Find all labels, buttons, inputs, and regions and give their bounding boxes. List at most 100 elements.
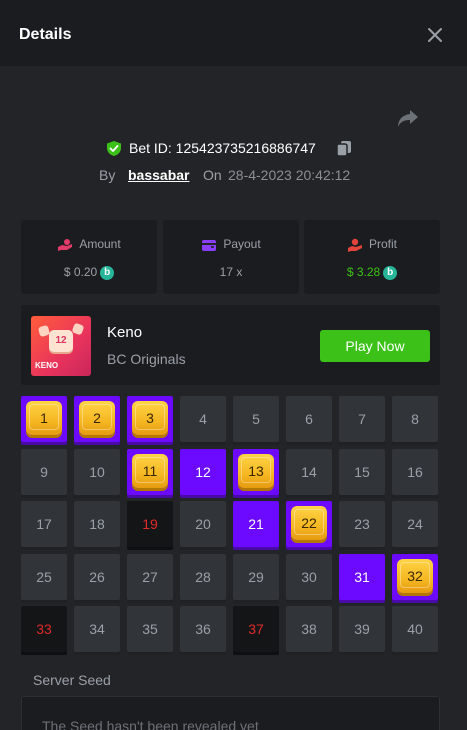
gem-icon: 1 xyxy=(26,401,62,435)
shield-check-icon xyxy=(107,141,121,156)
share-icon[interactable] xyxy=(396,107,420,129)
thumb-ball-small xyxy=(71,322,85,336)
keno-tile: 17 xyxy=(21,501,67,547)
tile-number: 20 xyxy=(195,516,211,532)
tile-number: 27 xyxy=(142,569,158,585)
payout-value: 17 x xyxy=(219,265,243,279)
tile-number: 12 xyxy=(195,464,211,480)
keno-tile: 32 xyxy=(392,554,438,600)
keno-tile: 23 xyxy=(339,501,385,547)
play-now-button[interactable]: Play Now xyxy=(320,330,430,362)
tile-number: 33 xyxy=(36,621,52,637)
gem-icon: 32 xyxy=(397,559,433,593)
thumb-text: KENO xyxy=(35,361,59,370)
keno-tile: 9 xyxy=(21,449,67,495)
tile-number: 26 xyxy=(89,569,105,585)
tile-number: 31 xyxy=(354,569,370,585)
tile-number: 34 xyxy=(89,621,105,637)
game-card: 12 KENO Keno BC Originals Play Now xyxy=(21,305,440,385)
gem-icon: 13 xyxy=(238,454,274,488)
keno-tile: 34 xyxy=(74,606,120,652)
tile-number: 24 xyxy=(407,516,423,532)
tile-number: 29 xyxy=(248,569,264,585)
tile-number: 7 xyxy=(358,411,366,427)
keno-tile: 26 xyxy=(74,554,120,600)
keno-tile: 12 xyxy=(180,449,226,495)
keno-tile: 33 xyxy=(21,606,67,652)
keno-tile: 10 xyxy=(74,449,120,495)
by-label: By xyxy=(99,167,116,183)
tile-number: 15 xyxy=(354,464,370,480)
keno-tile: 8 xyxy=(392,396,438,442)
keno-tile: 2 xyxy=(74,396,120,442)
keno-tile: 6 xyxy=(286,396,332,442)
tile-number: 36 xyxy=(195,621,211,637)
keno-tile: 15 xyxy=(339,449,385,495)
keno-tile: 30 xyxy=(286,554,332,600)
tile-number: 21 xyxy=(248,516,264,532)
gem-icon: 3 xyxy=(132,401,168,435)
tile-number: 38 xyxy=(301,621,317,637)
server-seed-box: The Seed hasn't been revealed yet xyxy=(21,696,440,730)
tile-number: 30 xyxy=(301,569,317,585)
tile-number: 6 xyxy=(305,411,313,427)
tile-number: 5 xyxy=(252,411,260,427)
keno-tile: 20 xyxy=(180,501,226,547)
tile-number: 8 xyxy=(411,411,419,427)
stat-profit: Profit $ 3.28 b xyxy=(304,220,440,294)
tile-number: 4 xyxy=(199,411,207,427)
bet-id: Bet ID: 125423735216886747 xyxy=(129,140,316,156)
tile-number: 10 xyxy=(89,464,105,480)
keno-tile: 18 xyxy=(74,501,120,547)
keno-tile: 29 xyxy=(233,554,279,600)
server-seed-label: Server Seed xyxy=(33,672,111,688)
tile-number: 19 xyxy=(142,516,158,532)
keno-tile: 22 xyxy=(286,501,332,547)
keno-tile: 13 xyxy=(233,449,279,495)
gem-icon: 2 xyxy=(79,401,115,435)
copy-icon[interactable] xyxy=(336,140,352,157)
bc-coin-icon: b xyxy=(383,265,398,280)
on-label: On xyxy=(203,167,222,183)
profit-hand-icon xyxy=(347,238,362,252)
close-icon[interactable] xyxy=(424,24,446,46)
bet-details-modal: Details Bet ID: 125423735216886747 By ba… xyxy=(0,0,467,730)
game-provider: BC Originals xyxy=(107,351,186,367)
tile-number: 16 xyxy=(407,464,423,480)
keno-tile: 4 xyxy=(180,396,226,442)
tile-number: 40 xyxy=(407,621,423,637)
tile-number: 9 xyxy=(40,464,48,480)
keno-tile: 25 xyxy=(21,554,67,600)
tile-number: 37 xyxy=(248,621,264,637)
amount-value: $ 0.20 xyxy=(63,265,98,279)
thumb-ball: 12 xyxy=(49,330,73,352)
coins-hand-icon xyxy=(58,238,73,251)
username-link[interactable]: bassabar xyxy=(128,167,189,183)
tile-number: 17 xyxy=(36,516,52,532)
keno-tile: 19 xyxy=(127,501,173,547)
bet-meta-row: By bassabar On 28-4-2023 20:42:12 xyxy=(0,166,467,186)
keno-tile: 16 xyxy=(392,449,438,495)
keno-tile: 14 xyxy=(286,449,332,495)
profit-label: Profit xyxy=(368,237,397,251)
server-seed-value: The Seed hasn't been revealed yet xyxy=(42,718,259,730)
keno-tile: 7 xyxy=(339,396,385,442)
bc-coin-icon: b xyxy=(100,265,115,280)
modal-title: Details xyxy=(19,26,72,43)
wallet-icon xyxy=(202,239,217,251)
keno-tile: 35 xyxy=(127,606,173,652)
profit-value: $ 3.28 xyxy=(346,265,381,279)
keno-tile: 27 xyxy=(127,554,173,600)
keno-tile: 40 xyxy=(392,606,438,652)
keno-tile: 1 xyxy=(21,396,67,442)
gem-icon: 22 xyxy=(291,506,327,540)
keno-thumbnail[interactable]: 12 KENO xyxy=(31,316,91,376)
keno-tile: 3 xyxy=(127,396,173,442)
tile-number: 14 xyxy=(301,464,317,480)
keno-tile: 38 xyxy=(286,606,332,652)
amount-label: Amount xyxy=(79,237,121,251)
keno-tile: 28 xyxy=(180,554,226,600)
keno-tile: 24 xyxy=(392,501,438,547)
game-name: Keno xyxy=(107,324,143,341)
tile-number: 28 xyxy=(195,569,211,585)
